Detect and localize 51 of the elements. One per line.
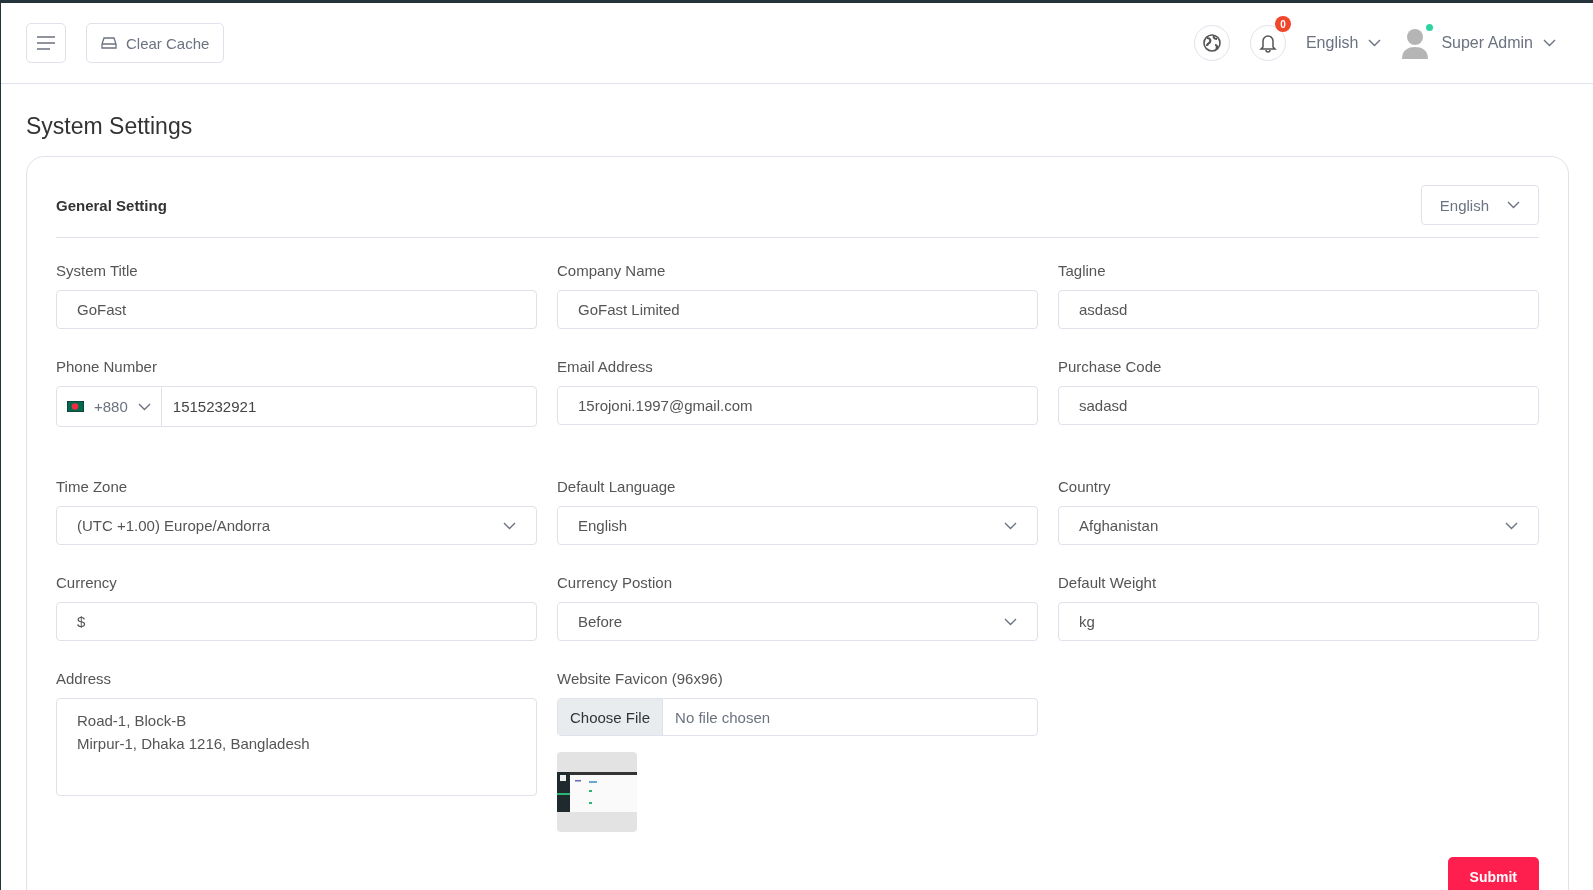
select-field[interactable]: English bbox=[557, 506, 1038, 545]
textarea-field[interactable]: Road-1, Block-B Mirpur-1, Dhaka 1216, Bangladesh bbox=[56, 698, 537, 796]
submit-button[interactable]: Submit bbox=[1447, 857, 1539, 890]
language-dropdown[interactable]: English bbox=[1305, 34, 1382, 52]
text-field[interactable]: GoFast bbox=[56, 290, 537, 329]
field-label: Email Address bbox=[557, 358, 654, 375]
select-field[interactable]: (UTC +1.00) Europe/Andorra bbox=[56, 506, 537, 545]
field-label: Default Weight bbox=[1058, 574, 1158, 591]
field-label: Company Name bbox=[557, 262, 667, 279]
drive-icon bbox=[101, 37, 117, 49]
field-label: Website Favicon (96x96) bbox=[557, 670, 724, 687]
bell-icon bbox=[1258, 33, 1277, 53]
field-label: Address bbox=[56, 670, 113, 687]
field-label: Tagline bbox=[1058, 262, 1107, 279]
file-field[interactable]: Choose File No file chosen bbox=[557, 698, 1038, 736]
chevron-down-icon bbox=[1004, 521, 1017, 530]
globe-icon bbox=[1201, 33, 1222, 53]
menu-icon bbox=[36, 36, 56, 50]
text-field[interactable]: GoFast Limited bbox=[557, 290, 1038, 329]
select-field[interactable]: Afghanistan bbox=[1058, 506, 1539, 545]
globe-button[interactable] bbox=[1193, 25, 1230, 61]
chevron-down-icon bbox=[1543, 39, 1556, 47]
text-field[interactable]: $ bbox=[56, 602, 537, 641]
field-label: Phone Number bbox=[56, 358, 158, 375]
field-label: Purchase Code bbox=[1058, 358, 1163, 375]
avatar-icon bbox=[1401, 27, 1430, 59]
field-label: Country bbox=[1058, 478, 1112, 495]
field-label: Time Zone bbox=[56, 478, 129, 495]
field-label: Currency bbox=[56, 574, 118, 591]
language-select[interactable]: English bbox=[1420, 185, 1539, 225]
notification-badge: 0 bbox=[1274, 16, 1291, 32]
field-label: Currency Postion bbox=[557, 574, 674, 591]
chevron-down-icon bbox=[1368, 39, 1382, 47]
chevron-down-icon bbox=[1507, 201, 1520, 209]
chevron-down-icon bbox=[1004, 617, 1017, 626]
field-label: System Title bbox=[56, 262, 139, 279]
text-field[interactable]: 15rojoni.1997@gmail.com bbox=[557, 386, 1038, 425]
text-field[interactable]: kg bbox=[1058, 602, 1539, 641]
text-field[interactable]: asdasd bbox=[1058, 290, 1539, 329]
card-title: General Setting bbox=[56, 196, 167, 214]
text-field[interactable]: sadasd bbox=[1058, 386, 1539, 425]
clear-cache-button[interactable]: Clear Cache bbox=[86, 23, 225, 63]
choose-file-button[interactable]: Choose File bbox=[558, 699, 664, 735]
file-status: No file chosen bbox=[674, 707, 771, 728]
chevron-down-icon bbox=[503, 521, 516, 530]
user-menu[interactable]: Super Admin bbox=[1441, 34, 1556, 52]
chevron-down-icon bbox=[1505, 521, 1518, 530]
page-title: System Settings bbox=[26, 113, 194, 140]
field-label: Default Language bbox=[557, 478, 677, 495]
menu-button[interactable] bbox=[26, 23, 66, 63]
select-field[interactable]: Before bbox=[557, 602, 1038, 641]
